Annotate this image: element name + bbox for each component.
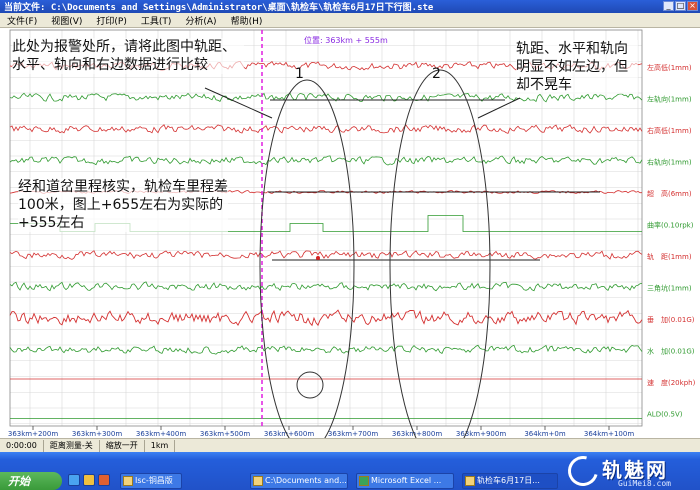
site-watermark-logo: 轨魅网 GuiMei8.com xyxy=(562,450,696,490)
channel-label: 曲率(0.10rpk) xyxy=(647,221,694,230)
pointer-line-right xyxy=(477,97,521,119)
menu-tools[interactable]: 工具(T) xyxy=(134,14,179,27)
channel-trace xyxy=(9,344,643,355)
media-icon[interactable] xyxy=(98,474,110,486)
task-isc[interactable]: Isc-铜昌版 xyxy=(120,473,182,489)
chart-traces xyxy=(9,60,643,419)
menu-help[interactable]: 帮助(H) xyxy=(224,14,270,27)
task-track-chart[interactable]: 轨检车6月17日... xyxy=(462,473,558,489)
menu-view[interactable]: 视图(V) xyxy=(44,14,89,27)
channel-trace xyxy=(9,92,643,103)
window-title: 当前文件: C:\Documents and Settings\Administ… xyxy=(4,3,434,13)
channel-label: 右轨向(1mm) xyxy=(647,158,692,167)
window-controls: _ □ × xyxy=(663,1,698,11)
maximize-button[interactable]: □ xyxy=(675,1,686,11)
start-button[interactable]: 开始 xyxy=(0,472,62,490)
note-alarm-compare: 此处为报警处所，请将此图中轨距、水平、轨向和右边数据进行比较 xyxy=(12,38,244,74)
event-marker xyxy=(316,256,320,260)
x-tick-label: 363km+300m xyxy=(72,430,122,438)
status-time: 0:00:00 xyxy=(0,439,44,452)
note-mileage-offset: 经和道岔里程核实，轨检车里程差100米，图上+655左右为实际的+555左右 xyxy=(18,178,228,232)
channel-trace xyxy=(9,124,643,134)
channel-label: 三角坑(1mm) xyxy=(647,284,692,293)
ie-icon[interactable] xyxy=(68,474,80,486)
position-label: 位置: 363km + 555m xyxy=(304,35,388,45)
minimize-button[interactable]: _ xyxy=(663,1,674,11)
x-tick-label: 364km+0m xyxy=(524,430,566,438)
status-distance-measure[interactable]: 距离测量-关 xyxy=(44,439,100,452)
channel-label: 垂 加(0.01G) xyxy=(647,315,695,324)
channel-labels: 左高低(1mm) 左轨向(1mm) 右高低(1mm) 右轨向(1mm) 超 高(6mm)… xyxy=(647,63,696,419)
start-label: 开始 xyxy=(8,475,30,488)
app-icon xyxy=(123,476,133,486)
status-zoom[interactable]: 缩放一开 xyxy=(100,439,145,452)
ellipse-1-label: 1 xyxy=(295,66,304,82)
desktop-icon[interactable] xyxy=(83,474,95,486)
ellipse-2-label: 2 xyxy=(432,66,441,82)
windows-taskbar: 开始 Isc-铜昌版 C:\Documents and... Microsoft… xyxy=(0,450,700,490)
annotation-small-circle xyxy=(296,371,324,399)
status-scale: 1km xyxy=(145,439,176,452)
x-tick-label: 363km+400m xyxy=(136,430,186,438)
x-tick-label: 363km+600m xyxy=(264,430,314,438)
quick-launch xyxy=(68,474,110,486)
channel-label: 水 加(0.01G) xyxy=(647,347,695,356)
channel-trace xyxy=(9,250,643,260)
status-bar: 0:00:00 距离测量-关 缩放一开 1km xyxy=(0,438,700,452)
channel-label: 轨 距(1mm) xyxy=(647,252,692,261)
excel-icon xyxy=(359,476,369,486)
channel-trace xyxy=(9,281,643,292)
logo-url: GuiMei8.com xyxy=(618,479,671,488)
channel-label: 右高低(1mm) xyxy=(647,126,692,135)
chart-app-icon xyxy=(465,476,475,486)
menu-bar: 文件(F) 视图(V) 打印(P) 工具(T) 分析(A) 帮助(H) xyxy=(0,13,700,28)
menu-analyze[interactable]: 分析(A) xyxy=(178,14,223,27)
channel-label: 超 高(6mm) xyxy=(647,189,692,198)
title-bar: 当前文件: C:\Documents and Settings\Administ… xyxy=(0,0,700,13)
x-tick-label: 364km+100m xyxy=(584,430,634,438)
note-right-compare: 轨距、水平和轨向明显不如左边，但却不晃车 xyxy=(516,40,638,94)
x-tick-label: 363km+500m xyxy=(200,430,250,438)
channel-label: 左轨向(1mm) xyxy=(647,95,692,104)
annotation-ellipse-1 xyxy=(259,79,355,453)
x-tick-label: 363km+800m xyxy=(392,430,442,438)
menu-file[interactable]: 文件(F) xyxy=(0,14,44,27)
logo-swirl-icon xyxy=(562,450,604,490)
folder-icon xyxy=(253,476,263,486)
channel-trace xyxy=(9,155,643,166)
task-excel[interactable]: Microsoft Excel ... xyxy=(356,473,454,489)
track-geometry-chart[interactable]: 左高低(1mm) 左轨向(1mm) 右高低(1mm) 右轨向(1mm) 超 高(6mm)… xyxy=(0,28,700,463)
x-axis: 363km+200m 363km+300m 363km+400m 363km+500m… xyxy=(8,426,634,438)
channel-label: 左高低(1mm) xyxy=(647,63,692,72)
channel-label: 速 度(20kph) xyxy=(647,378,696,387)
channel-label: ALD(0.5V) xyxy=(647,411,683,419)
close-button[interactable]: × xyxy=(687,1,698,11)
x-tick-label: 363km+900m xyxy=(456,430,506,438)
task-explorer[interactable]: C:\Documents and... xyxy=(250,473,348,489)
x-tick-label: 363km+200m xyxy=(8,430,58,438)
menu-print[interactable]: 打印(P) xyxy=(89,14,133,27)
channel-trace xyxy=(9,309,643,327)
x-tick-label: 363km+700m xyxy=(328,430,378,438)
